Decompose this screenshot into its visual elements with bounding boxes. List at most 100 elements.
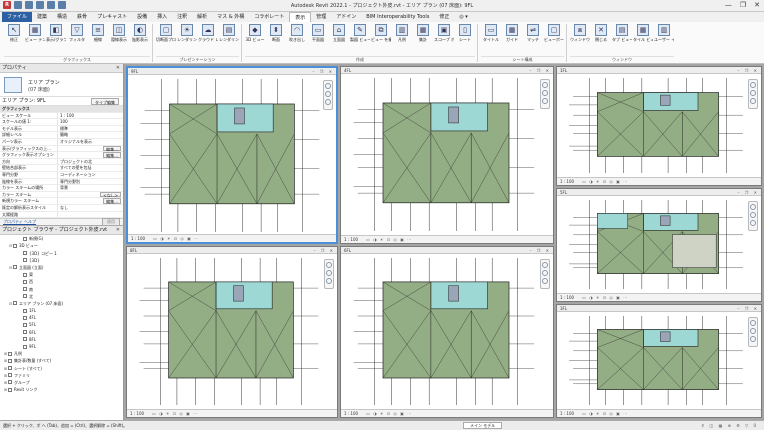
view-window-4FL[interactable]: 4FL – ❐ ✕ 1 : 100 ▭ ◑ ☀ ⊡ ◎ ▣ ⋯ xyxy=(340,66,554,244)
ribbon-tool-29[interactable]: ▦タイル ビュー xyxy=(633,24,653,54)
property-row[interactable]: グラフィック表示オプション 編集... xyxy=(0,152,123,159)
ribbon-tool-15[interactable]: ⌂ 立面図 xyxy=(329,24,349,54)
instance-selector[interactable]: エリア プラン: 9FL タイプ編集 xyxy=(0,97,123,106)
pan-icon[interactable] xyxy=(325,99,331,105)
tab-8[interactable]: 解析 xyxy=(192,12,212,22)
property-value[interactable]: <なし> xyxy=(58,191,123,198)
browser-item[interactable]: ⊞ 凡例 xyxy=(0,350,123,357)
property-row[interactable]: 詳細レベル 簡略 xyxy=(0,132,123,139)
ribbon-tool-1[interactable]: ▦ビュー テンプレート xyxy=(25,24,45,54)
floor-plan-drawing[interactable] xyxy=(127,254,335,409)
zoom-icon[interactable] xyxy=(542,270,548,276)
floor-plan-drawing[interactable] xyxy=(341,74,551,235)
pan-icon[interactable] xyxy=(542,278,548,284)
zoom-icon[interactable] xyxy=(750,90,756,96)
pan-icon[interactable] xyxy=(326,278,332,284)
tab-5[interactable]: 設備 xyxy=(132,12,152,22)
tab-13[interactable]: アドイン xyxy=(331,12,361,22)
ribbon-tool-2[interactable]: ◧表示/グラフィックス xyxy=(46,24,66,54)
tab-11[interactable]: 表示 xyxy=(289,12,312,22)
floor-plan-drawing[interactable] xyxy=(557,196,759,293)
property-row[interactable]: 既定の解析表示スタイル なし xyxy=(0,204,123,212)
view-window-6FL[interactable]: 6FL – ❐ ✕ 1 : 100 ▭ ◑ ☀ ⊡ ◎ ▣ ⋯ xyxy=(340,246,554,418)
zoom-icon[interactable] xyxy=(325,91,331,97)
ribbon-tool-5[interactable]: ◫ 隠線表示 xyxy=(109,24,129,54)
browser-item[interactable]: 北 xyxy=(0,293,123,300)
navigation-bar[interactable] xyxy=(323,80,333,110)
navigation-bar[interactable] xyxy=(748,317,758,347)
property-value[interactable]: 編集... xyxy=(58,198,123,204)
steering-wheel-icon[interactable] xyxy=(750,204,756,210)
property-value[interactable]: 100 xyxy=(58,119,123,125)
view-control-icons[interactable]: ▭ ◑ ☀ ⊡ ◎ ▣ ⋯ xyxy=(153,235,199,242)
pan-icon[interactable] xyxy=(750,220,756,226)
tab-15[interactable]: 修正 xyxy=(434,12,454,22)
property-edit-button[interactable]: 編集... xyxy=(103,152,121,158)
floor-plan-drawing[interactable] xyxy=(128,75,336,236)
view-control-icons[interactable]: ▭ ◑ ☀ ⊡ ◎ ▣ ⋯ xyxy=(582,294,628,301)
tab-0[interactable]: ファイル xyxy=(2,12,33,22)
view-control-icons[interactable]: ▭ ◑ ☀ ⊡ ◎ ▣ ⋯ xyxy=(582,410,628,417)
view-window-controls[interactable]: – ❐ ✕ xyxy=(530,247,551,254)
property-row[interactable]: 表示/グラフィックスの上... 編集... xyxy=(0,145,123,153)
property-value[interactable]: 標準 xyxy=(58,126,123,132)
browser-item[interactable]: 6FL xyxy=(0,329,123,336)
view-control-icons[interactable]: ▭ ◑ ☀ ⊡ ◎ ▣ ⋯ xyxy=(152,410,198,417)
steering-wheel-icon[interactable] xyxy=(542,82,548,88)
view-window-controls[interactable]: – ❐ ✕ xyxy=(314,247,335,254)
zoom-icon[interactable] xyxy=(750,328,756,334)
browser-item[interactable]: 5FL xyxy=(0,321,123,328)
property-row[interactable]: 陰線を表示 専門分野別 xyxy=(0,178,123,186)
tab-1[interactable]: 建築 xyxy=(32,12,52,22)
steering-wheel-icon[interactable] xyxy=(325,83,331,89)
browser-item[interactable]: ⊟ エリア プラン (07 床面) xyxy=(0,300,123,307)
view-window-1FL[interactable]: 1FL – ❐ ✕ 1 : 100 ▭ ◑ ☀ ⊡ ◎ ▣ ⋯ xyxy=(556,66,762,186)
property-value[interactable]: 専門分野別 xyxy=(58,179,123,185)
navigation-bar[interactable] xyxy=(748,79,758,109)
browser-item[interactable]: ⊞ シート (すべて) xyxy=(0,364,123,371)
floor-plan-drawing[interactable] xyxy=(557,312,759,409)
view-scale[interactable]: 1 : 100 xyxy=(560,178,574,185)
view-control-icons[interactable]: ▭ ◑ ☀ ⊡ ◎ ▣ ⋯ xyxy=(582,178,628,185)
browser-item[interactable]: {3D} コピー 1 xyxy=(0,249,123,256)
property-edit-button[interactable]: <なし> xyxy=(100,191,121,198)
property-row[interactable]: モデル表示 標準 xyxy=(0,125,123,133)
navigation-bar[interactable] xyxy=(748,201,758,231)
view-window-5FL[interactable]: 5FL – ❐ ✕ 1 : 100 ▭ ◑ ☀ ⊡ ◎ ▣ ⋯ xyxy=(556,188,762,302)
ribbon-tool-27[interactable]: ✕ 閉じる xyxy=(591,24,611,54)
floor-plan-drawing[interactable] xyxy=(341,254,551,409)
view-window-3FL[interactable]: 3FL – ❐ ✕ 1 : 100 ▭ ◑ ☀ ⊡ ◎ ▣ ⋯ xyxy=(556,304,762,418)
status-icons[interactable]: ⚲ ◫ ▦ ⊕ ⚙ ▽ 0 xyxy=(701,421,758,430)
browser-item[interactable]: 西 xyxy=(0,278,123,285)
tab-7[interactable]: 注釈 xyxy=(172,12,192,22)
ribbon-tool-17[interactable]: ⧉ビュー を複製 xyxy=(371,24,391,54)
pan-icon[interactable] xyxy=(750,336,756,342)
property-edit-button[interactable]: 編集... xyxy=(103,198,121,204)
steering-wheel-icon[interactable] xyxy=(542,262,548,268)
steering-wheel-icon[interactable] xyxy=(750,82,756,88)
pan-icon[interactable] xyxy=(750,98,756,104)
tab-9[interactable]: マス & 外構 xyxy=(212,12,249,22)
browser-item[interactable]: 1FL xyxy=(0,307,123,314)
ribbon-tool-14[interactable]: ▭ 平面図 xyxy=(308,24,328,54)
type-selector[interactable]: エリア プラン (07 床面) xyxy=(0,73,123,97)
ribbon-tool-6[interactable]: ◐ 陰影表示 xyxy=(130,24,150,54)
ribbon-tool-8[interactable]: ☀レンダリング xyxy=(177,24,197,54)
ribbon-tool-7[interactable]: ▢切断面プロファイル xyxy=(156,24,176,54)
property-value[interactable]: 編集... xyxy=(58,145,123,152)
edit-type-button[interactable]: タイプ編集 xyxy=(91,98,119,105)
floor-plan-drawing[interactable] xyxy=(557,74,759,177)
view-scale[interactable]: 1 : 100 xyxy=(130,410,144,417)
ribbon-tool-10[interactable]: ▤レンダリング ギャラリー xyxy=(219,24,239,54)
view-scale[interactable]: 1 : 100 xyxy=(560,410,574,417)
zoom-icon[interactable] xyxy=(542,90,548,96)
property-row[interactable]: 方向 プロジェクトの北 xyxy=(0,158,123,166)
tab-12[interactable]: 管理 xyxy=(311,12,331,22)
zoom-icon[interactable] xyxy=(326,270,332,276)
active-model-selector[interactable]: メイン モデル xyxy=(463,422,503,429)
browser-item[interactable]: ⊞ Revit リンク xyxy=(0,386,123,393)
tab-2[interactable]: 構造 xyxy=(52,12,72,22)
browser-item[interactable]: 4FL xyxy=(0,314,123,321)
ribbon-tool-24[interactable]: ⇌ マッチ xyxy=(523,24,543,54)
ribbon-tool-20[interactable]: ▣スコープ ボックス xyxy=(434,24,454,54)
